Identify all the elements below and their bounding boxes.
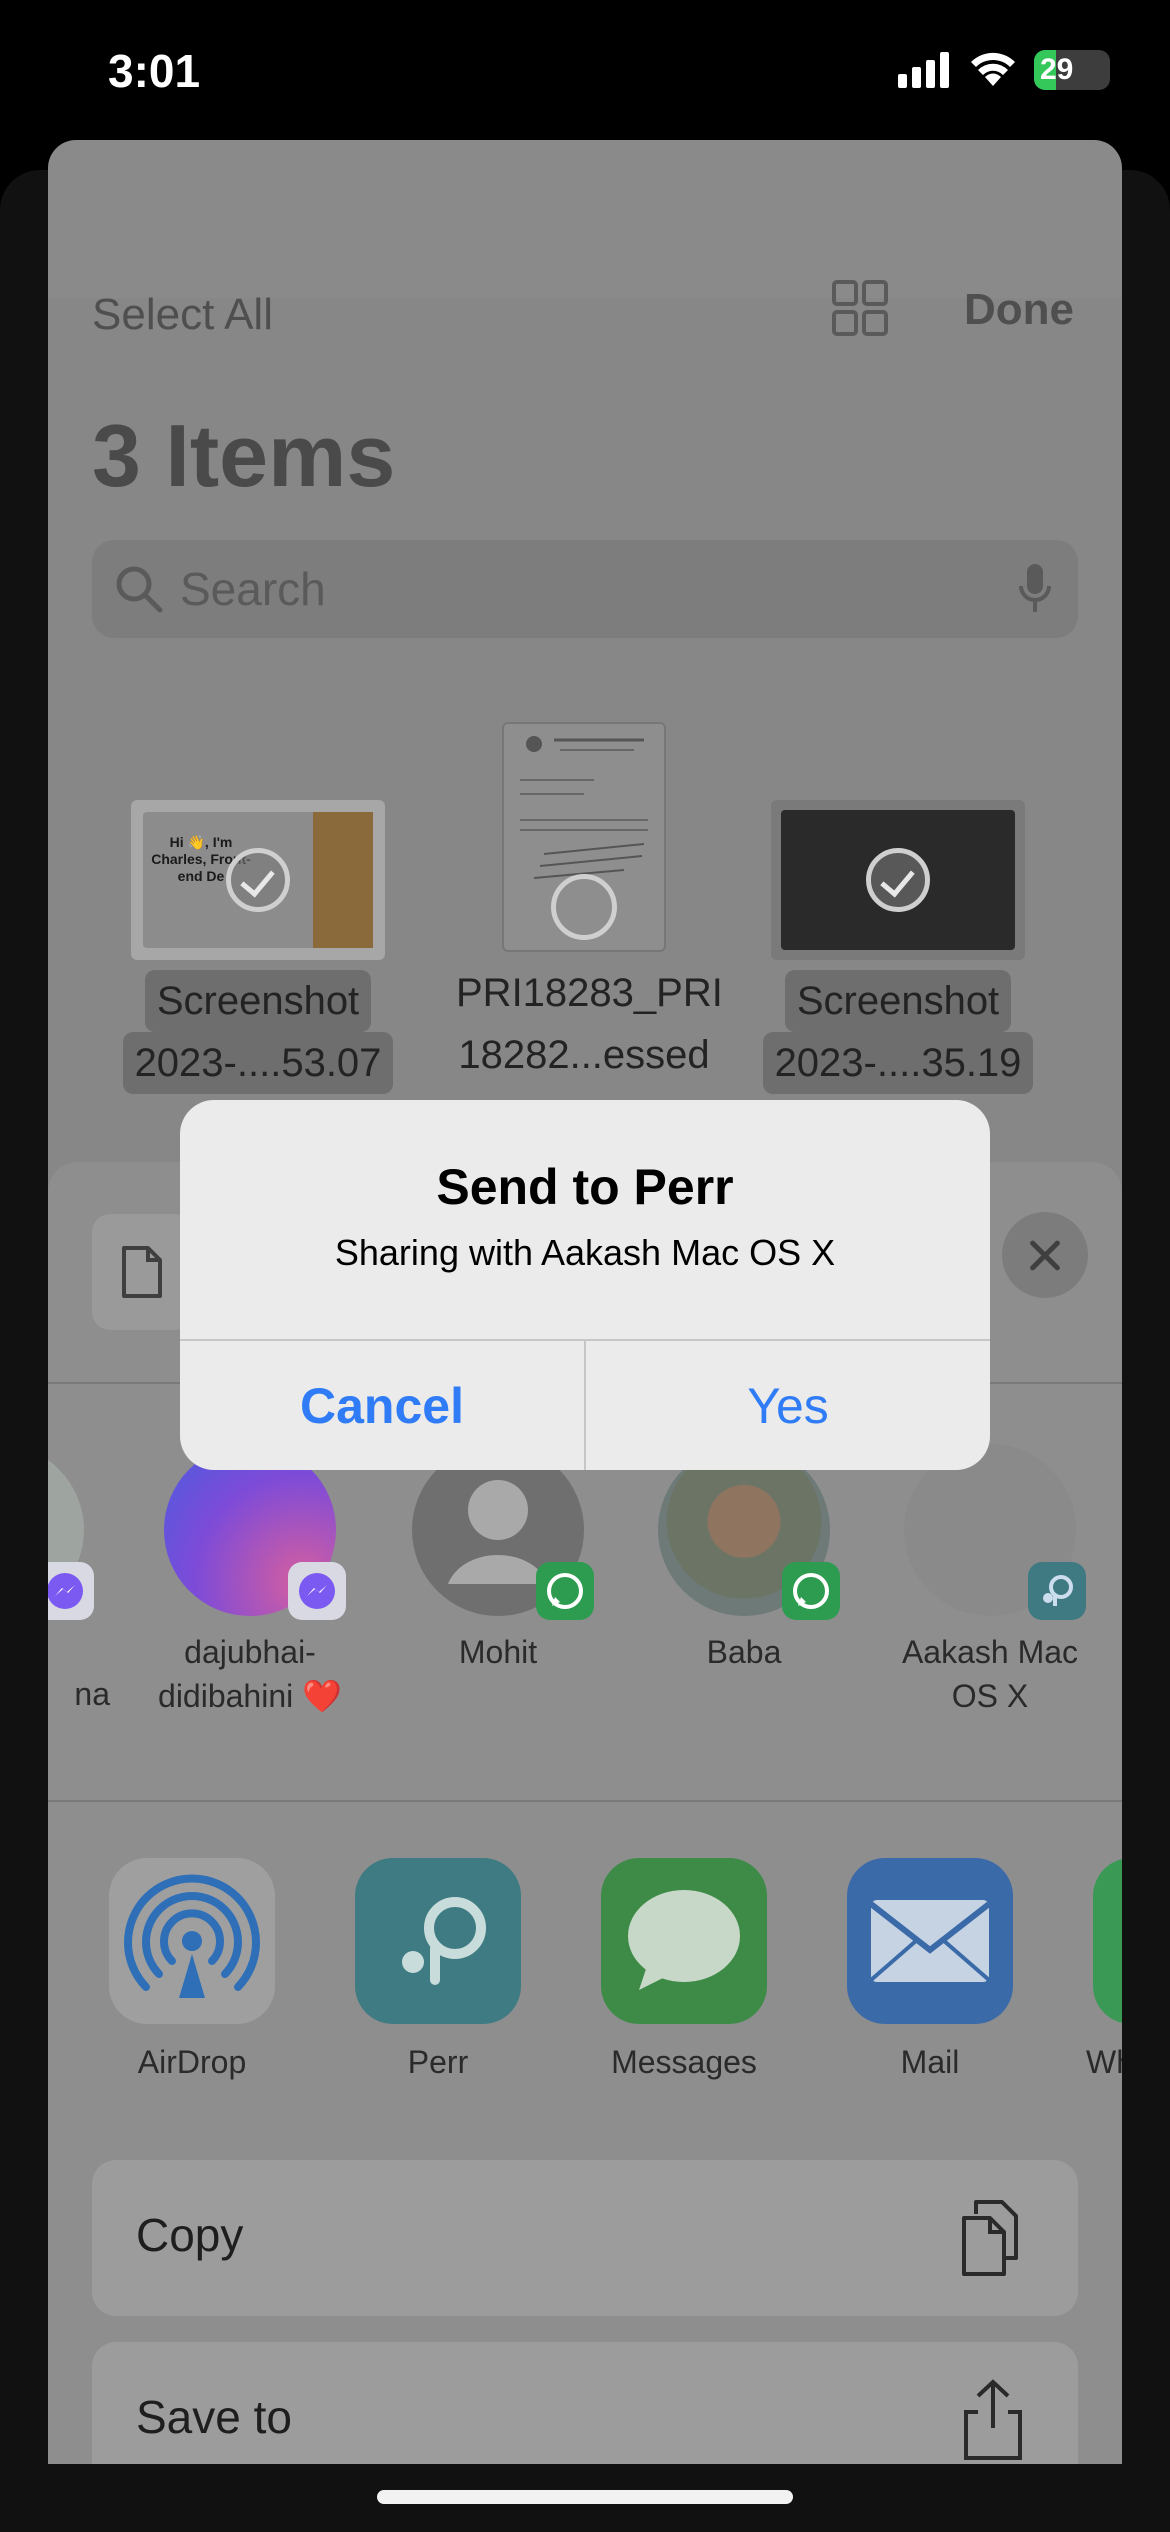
page-title: 3 Items xyxy=(92,406,396,505)
file-thumbnail xyxy=(771,800,1025,960)
document-preview-chip xyxy=(92,1214,192,1330)
airdrop-icon xyxy=(109,1858,275,2024)
person-contact[interactable]: Baba xyxy=(624,1444,864,1674)
app-airdrop[interactable]: AirDrop xyxy=(92,1858,292,2081)
search-bar[interactable]: Search xyxy=(92,540,1078,638)
status-bar: 3:01 29 xyxy=(0,0,1170,150)
battery-percent: 29 xyxy=(1040,53,1074,86)
app-name: Wh xyxy=(1086,2044,1122,2080)
file-item[interactable]: Hi 👋, I'm Charles, Front-end De Screensh… xyxy=(118,800,398,1094)
action-label: Copy xyxy=(136,2209,244,2261)
home-indicator[interactable] xyxy=(377,2490,793,2504)
selected-checkmark-icon xyxy=(226,848,290,912)
app-name: Messages xyxy=(611,2044,757,2080)
apps-row: AirDrop Perr Messages Mail W xyxy=(48,1802,1122,2142)
done-button[interactable]: Done xyxy=(964,285,1074,335)
save-to-action[interactable]: Save to xyxy=(92,2342,1078,2464)
avatar xyxy=(48,1444,94,1620)
person-name: Aakash Mac xyxy=(901,1634,1079,1670)
whatsapp-icon xyxy=(782,1562,840,1620)
copy-action[interactable]: Copy xyxy=(92,2160,1078,2316)
person-contact[interactable]: Aakash Mac OS X xyxy=(870,1444,1110,1718)
yes-button[interactable]: Yes xyxy=(586,1341,990,1470)
person-name: Baba xyxy=(706,1634,782,1670)
document-icon xyxy=(122,1246,162,1298)
messenger-icon xyxy=(48,1562,94,1620)
file-name-line2: 18282...essed xyxy=(458,1033,710,1077)
mail-icon xyxy=(847,1858,1013,2024)
app-messages[interactable]: Messages xyxy=(584,1858,784,2081)
whatsapp-icon xyxy=(1093,1858,1122,2024)
alert-title: Send to Perr xyxy=(436,1159,734,1215)
perr-icon xyxy=(355,1858,521,2024)
status-icons: 29 xyxy=(898,50,1110,90)
file-name-line2: 2023-....53.07 xyxy=(122,1032,394,1094)
person-name: dajubhai- xyxy=(184,1634,316,1670)
search-icon xyxy=(116,566,163,613)
file-thumbnail xyxy=(502,722,666,952)
battery-indicator: 29 xyxy=(1034,50,1110,90)
file-name-line2: 2023-....35.19 xyxy=(762,1032,1034,1094)
cancel-button[interactable]: Cancel xyxy=(180,1341,584,1470)
wifi-icon xyxy=(971,52,1015,86)
person-contact[interactable]: na xyxy=(48,1444,118,1716)
person-name-line2: OS X xyxy=(951,1678,1029,1714)
app-perr[interactable]: Perr xyxy=(338,1858,538,2081)
whatsapp-icon xyxy=(536,1562,594,1620)
file-item[interactable]: PRI18283_PRI 18282...essed xyxy=(444,722,724,1086)
app-mail[interactable]: Mail xyxy=(830,1858,1030,2081)
select-all-button[interactable]: Select All xyxy=(92,290,273,340)
microphone-icon[interactable] xyxy=(1018,562,1052,616)
alert-message: Sharing with Aakash Mac OS X xyxy=(334,1232,836,1273)
file-thumbnail: Hi 👋, I'm Charles, Front-end De xyxy=(131,800,385,960)
person-name: na xyxy=(74,1676,110,1712)
copy-icon xyxy=(962,2200,1018,2276)
perr-icon xyxy=(1028,1562,1086,1620)
action-label: Save to xyxy=(136,2391,292,2443)
unselected-circle-icon xyxy=(551,874,617,940)
person-name-line2: didibahini ❤️ xyxy=(158,1678,342,1714)
file-name-line1: Screenshot xyxy=(144,970,372,1032)
messenger-icon xyxy=(288,1562,346,1620)
status-time: 3:01 xyxy=(108,45,201,97)
app-name: Perr xyxy=(407,2044,469,2080)
file-name-line1: Screenshot xyxy=(784,970,1012,1032)
grid-view-icon[interactable] xyxy=(832,280,888,336)
person-name: Mohit xyxy=(458,1634,538,1670)
app-whatsapp[interactable]: Wh xyxy=(1076,1858,1122,2081)
confirm-alert-dialog: Send to Perr Sharing with Aakash Mac OS … xyxy=(180,1100,990,1470)
app-name: AirDrop xyxy=(137,2044,247,2080)
file-name-line1: PRI18283_PRI xyxy=(456,971,723,1015)
person-contact[interactable]: dajubhai- didibahini ❤️ xyxy=(130,1444,370,1718)
app-name: Mail xyxy=(900,2044,960,2080)
file-item[interactable]: Screenshot 2023-....35.19 xyxy=(758,800,1038,1094)
messages-icon xyxy=(601,1858,767,2024)
person-contact[interactable]: Mohit xyxy=(378,1444,618,1674)
cellular-signal-icon xyxy=(898,52,949,88)
share-icon xyxy=(964,2379,1022,2460)
thumbnail-accent xyxy=(313,812,373,948)
close-button[interactable] xyxy=(1002,1212,1088,1298)
selected-checkmark-icon xyxy=(866,848,930,912)
search-input[interactable]: Search xyxy=(180,562,326,616)
